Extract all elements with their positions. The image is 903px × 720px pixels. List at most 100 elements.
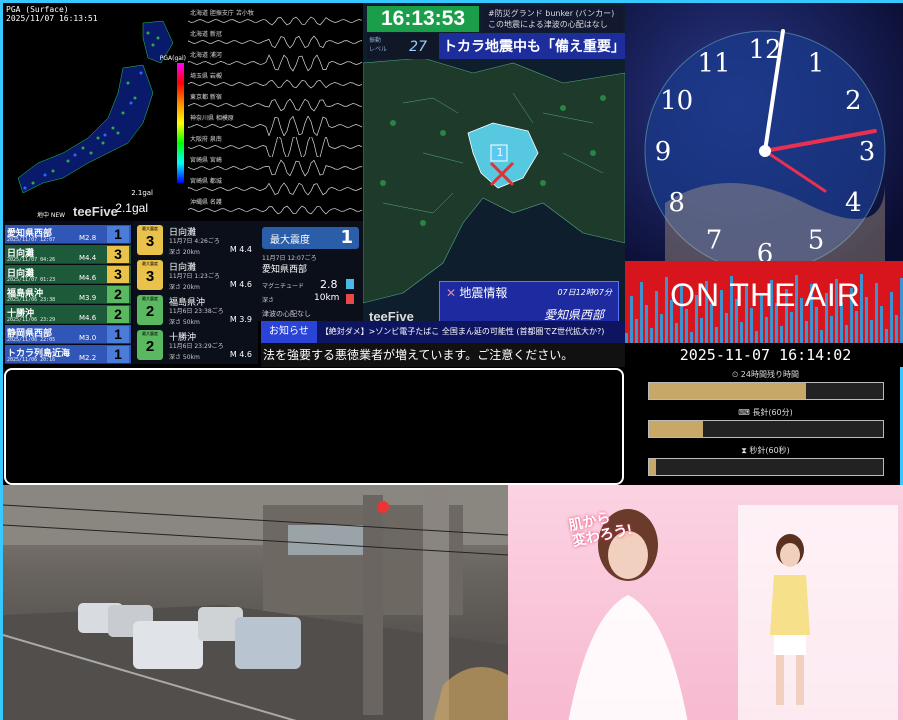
magnitude-value: 2.8 <box>320 278 338 291</box>
max-intensity-region: 愛知県西部 <box>262 265 308 275</box>
spectrum-bar <box>635 319 638 343</box>
detail-magnitude: M 4.6 <box>229 280 252 289</box>
progress-fill <box>649 383 806 399</box>
earthquake-list: 愛知県西部 2025/11/07 12:07 M2.8 1 日向灘 2025/11/07 … <box>3 221 133 364</box>
detail-time: 11月6日 23:29ごろ <box>169 343 224 350</box>
clock-numeral: 12 <box>748 35 781 65</box>
progress-label: ⌨ 長針(60分) <box>738 408 793 417</box>
spectrum-bar <box>740 322 743 343</box>
pga-gal-value: 2.1gal <box>115 201 148 215</box>
waveform-trace: 大阪府 泉南 <box>188 135 363 157</box>
detail-magnitude: M 4.4 <box>229 245 252 254</box>
advertisement-panel: 肌から 変わろう! <box>508 485 903 720</box>
notice-label: お知らせ <box>261 321 317 343</box>
eq-magnitude: M4.4 <box>79 254 97 262</box>
detail-time: 11月7日 1:23ごろ <box>169 273 220 280</box>
progress-label: ⧗ 秒針(60秒) <box>741 446 790 455</box>
clock-numeral: 4 <box>845 188 862 218</box>
map-ticker: #防災グランド bunker (バンカー) この地震による津波の心配はなし <box>484 6 623 32</box>
spectrum-bar <box>675 323 678 343</box>
spectrum-bar <box>895 315 898 343</box>
waveform-trace: 北海道 浦河 <box>188 51 363 72</box>
detail-time: 11月7日 4:26ごろ <box>169 238 220 245</box>
ticker-line-1: #防災グランド bunker (バンカー) <box>488 9 615 18</box>
tsunami-status: 津波の心配なし <box>262 310 311 318</box>
progress-bar <box>648 458 884 476</box>
waveform-trace: 神奈川県 相模原 <box>188 114 363 136</box>
waveform-trace: 宮崎県 都城 <box>188 177 363 197</box>
eq-shindo: 3 <box>107 246 129 263</box>
waveform-trace: 北海道 胆振支庁 苫小牧 <box>188 9 363 29</box>
shindo-badge: 最大震度 2 <box>137 330 163 360</box>
max-intensity-panel: 最大震度 1 11月7日 12:07ごろ 愛知県西部 マグニチュード 2.8 深… <box>258 221 363 321</box>
eq-datetime: 2025/11/06 20:16 <box>7 357 56 363</box>
clock-datetime: 2025-11-07 16:14:02 <box>625 343 903 367</box>
depth-label: 深さ <box>262 297 275 304</box>
progress-fill <box>649 459 657 475</box>
spectrum-bar <box>660 314 663 343</box>
waveform-trace: 北海道 新冠 <box>188 30 363 50</box>
spectrum-bar <box>830 316 833 343</box>
eq-shindo: 2 <box>107 306 129 323</box>
waveform-trace: 埼玉県 岩槻 <box>188 72 363 92</box>
traffic-camera-feed <box>3 485 508 720</box>
detail-depth: 深さ 20km <box>169 249 200 256</box>
magnitude-color-chip <box>346 279 354 289</box>
pga-footer: 地中 NEW <box>37 212 66 219</box>
eq-detail-item: 最大震度 2 十勝沖 11月6日 23:29ごろ 深さ 50km M 4.6 <box>135 328 256 363</box>
quake-info-box: ✕ 地震情報 07日12時07分 愛知県西部 <box>439 281 619 323</box>
spectrum-bar <box>845 325 848 343</box>
clock-numeral: 3 <box>859 137 876 167</box>
depth-value: 10km <box>314 293 340 303</box>
pga-legend-title: PGA(gal) <box>159 55 186 62</box>
eq-list-item: トカラ列島近海 2025/11/06 20:16 M2.2 1 <box>5 345 131 364</box>
clock-numeral: 7 <box>706 225 723 255</box>
eq-shindo: 2 <box>107 286 129 303</box>
spectrum-bar <box>625 333 628 343</box>
detail-depth: 深さ 50km <box>169 354 200 361</box>
ticker-line-2: この地震による津波の心配はなし <box>488 20 608 29</box>
clock-numeral: 5 <box>808 225 825 255</box>
on-the-air-banner: ON THE AIR <box>625 261 903 343</box>
max-intensity-badge: 最大震度 1 <box>262 227 359 249</box>
depth-color-chip <box>346 294 354 304</box>
waveform-trace: 東京都 新宿 <box>188 93 363 113</box>
eq-datetime: 2025/11/07 12:07 <box>7 237 56 243</box>
eq-magnitude: M4.6 <box>79 274 97 282</box>
empty-video-window <box>4 368 624 485</box>
japan-map <box>17 20 174 194</box>
eq-magnitude: M2.8 <box>79 234 97 242</box>
street-scene <box>3 485 508 720</box>
max-intensity-value: 1 <box>340 227 353 248</box>
shindo-badge: 最大震度 3 <box>137 260 163 290</box>
quake-info-date: 07日12時07分 <box>557 288 612 297</box>
spectrum-bar <box>870 320 873 343</box>
clock-numeral: 10 <box>660 86 693 116</box>
eq-detail-item: 最大震度 3 日向灘 11月7日 1:23ごろ 深さ 20km M 4.6 <box>135 258 256 293</box>
spectrum-bar <box>715 327 718 343</box>
scrolling-ticker: 法を強要する悪徳業者が増えています。ご注意ください。 <box>261 343 625 367</box>
calendar-icon: ⌨ <box>738 408 750 417</box>
progress-label: ⏲ 24時間残り時間 <box>732 370 799 379</box>
waveform-panel: 北海道 胆振支庁 苫小牧 北海道 新冠 北海道 浦河 埼玉県 岩槻 東京都 新宿 神奈川県… <box>188 3 363 221</box>
eq-shindo: 1 <box>107 326 129 343</box>
epicenter-shindo: 1 <box>496 146 504 159</box>
progress-bar <box>648 420 884 438</box>
stream-screen: PGA (Surface) 2025/11/07 16:13:51 PGA(ga… <box>0 0 903 720</box>
max-intensity-datetime: 11月7日 12:07ごろ <box>262 255 317 262</box>
x-mark-icon: ✕ <box>446 286 457 300</box>
eq-magnitude: M4.6 <box>79 314 97 322</box>
eq-shindo: 1 <box>107 346 129 363</box>
detail-depth: 深さ 50km <box>169 319 200 326</box>
shindo-badge: 最大震度 3 <box>137 225 163 255</box>
progress-fill <box>649 421 703 437</box>
eq-list-item: 静岡県西部 2025/11/06 22:05 M3.0 1 <box>5 325 131 344</box>
spectrum-bar <box>690 332 693 343</box>
eq-list-item: 福島県沖 2025/11/06 23:38 M3.9 2 <box>5 285 131 304</box>
eq-shindo: 1 <box>107 226 129 243</box>
spectrum-bar <box>725 313 728 343</box>
eq-detail-item: 最大震度 2 福島県沖 11月6日 23:38ごろ 深さ 50km M 3.9 <box>135 293 256 328</box>
waveform-trace: 宮崎県 宮崎 <box>188 156 363 177</box>
magnitude-label: マグニチュード <box>262 283 305 290</box>
quake-info-title: ✕ 地震情報 <box>446 286 508 300</box>
